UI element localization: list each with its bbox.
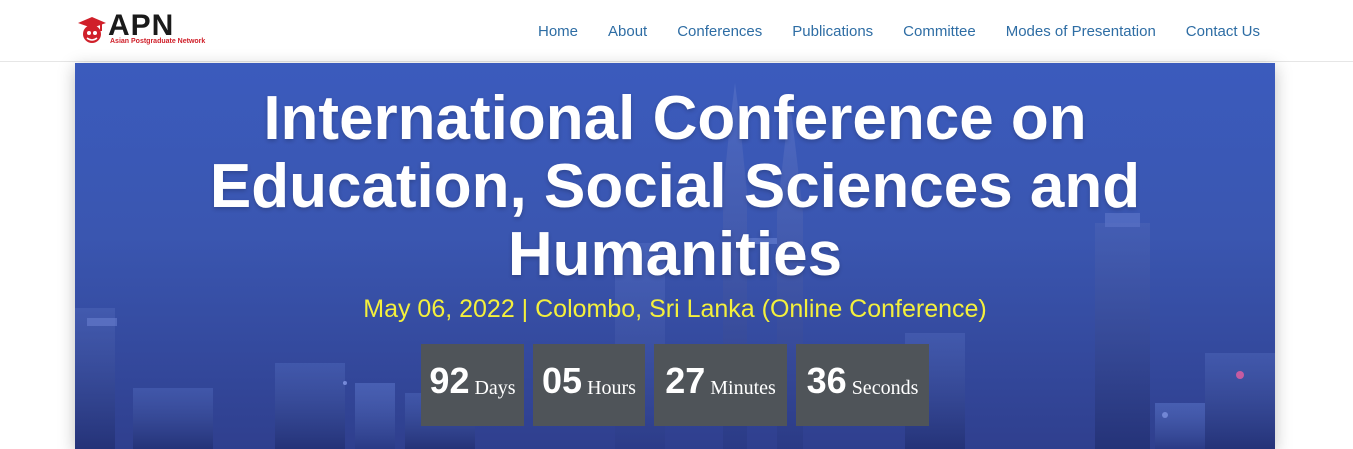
hero-banner: International Conference on Education, S… [75,63,1275,449]
seconds-value: 36 [806,360,847,401]
nav-modes-of-presentation[interactable]: Modes of Presentation [1006,22,1156,42]
nav-home[interactable]: Home [538,22,578,42]
nav-contact-us[interactable]: Contact Us [1186,22,1260,42]
nav-about[interactable]: About [608,22,647,42]
minutes-label: Minutes [710,376,776,399]
countdown-seconds: 36 Seconds [796,344,929,426]
minutes-value: 27 [665,360,706,401]
site-logo[interactable]: APN Asian Postgraduate Network [74,9,214,49]
hours-value: 05 [542,360,583,401]
title-line-1: International Conference on [263,84,1087,153]
countdown-minutes: 27 Minutes [654,344,787,426]
countdown-hours: 05 Hours [533,344,645,426]
title-line-2: Education, Social Sciences and [209,152,1141,221]
days-value: 92 [429,360,470,401]
conference-date-location: May 06, 2022 | Colombo, Sri Lanka (Onlin… [363,295,987,323]
site-header: APN Asian Postgraduate Network Home Abou… [0,0,1353,62]
hours-label: Hours [587,376,636,399]
countdown-days: 92 Days [421,344,524,426]
conference-title: International Conference on Education, S… [75,85,1275,289]
seconds-label: Seconds [851,376,919,399]
nav-committee[interactable]: Committee [903,22,976,42]
countdown-timer: 92 Days 05 Hours 27 Minutes 36 Seconds [421,344,929,426]
logo-tagline: Asian Postgraduate Network [110,38,206,45]
graduate-mascot-icon [78,17,106,43]
days-label: Days [474,376,516,399]
nav-conferences[interactable]: Conferences [677,22,762,42]
main-nav: Home About Conferences Publications Comm… [538,22,1260,42]
nav-publications[interactable]: Publications [792,22,873,42]
title-line-3: Humanities [507,220,843,289]
